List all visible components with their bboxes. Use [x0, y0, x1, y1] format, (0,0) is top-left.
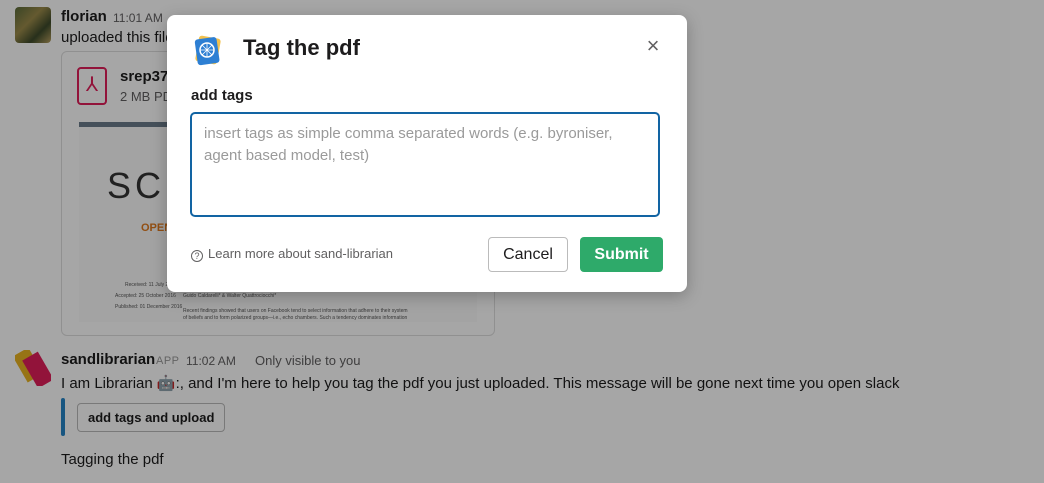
submit-button[interactable]: Submit: [580, 237, 663, 272]
app-icon: [194, 35, 221, 66]
tag-pdf-dialog: Tag the pdf × add tags ? Learn more about…: [167, 15, 687, 292]
learn-more-link[interactable]: ? Learn more about sand-librarian: [191, 246, 393, 262]
help-icon: ?: [191, 250, 203, 262]
close-icon[interactable]: ×: [641, 35, 665, 59]
cancel-button[interactable]: Cancel: [488, 237, 568, 272]
learn-more-label: Learn more about sand-librarian: [208, 246, 393, 261]
dialog-title: Tag the pdf: [243, 35, 360, 60]
tags-input[interactable]: [191, 113, 659, 216]
add-tags-label: add tags: [191, 87, 253, 104]
